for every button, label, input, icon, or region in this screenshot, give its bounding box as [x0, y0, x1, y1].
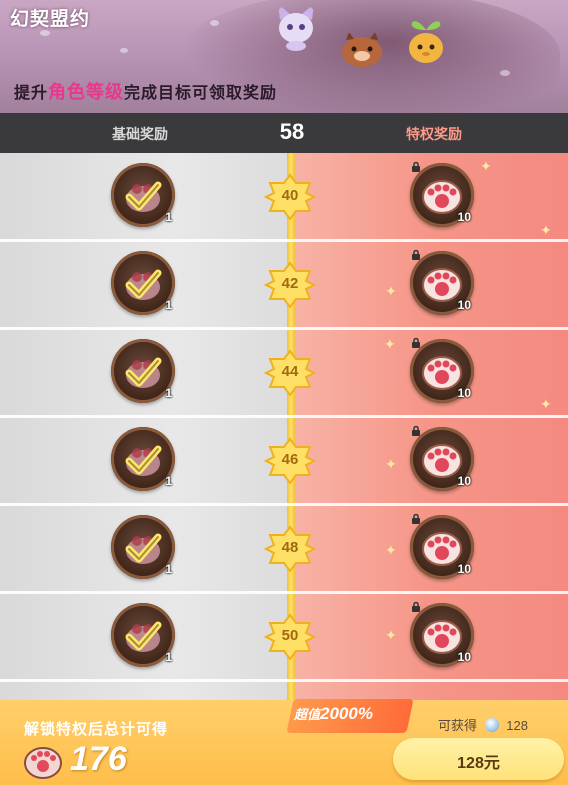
unlock-total-label: 解锁特权后总计可得 [24, 721, 169, 738]
reward-header-bar: 基础奖励 58 特权奖励 [0, 113, 568, 153]
promo-prefix: 超值 [294, 707, 321, 722]
level-number: 40 [281, 187, 299, 204]
total-reward-count: 176 [70, 740, 127, 778]
premium-reward-item[interactable]: 10 [410, 251, 474, 315]
reward-row: 1 48 10 [0, 505, 568, 593]
banner: 幻契盟约 提升角色等级完成目标可领取奖励 [0, 0, 568, 113]
petal-decoration [210, 20, 219, 26]
available-count: 128 [506, 718, 528, 733]
subtitle-highlight: 角色等级 [48, 82, 125, 102]
level-badge: 48 [264, 525, 316, 573]
purchase-button[interactable]: 128元 [393, 738, 564, 780]
basic-reward-qty: 1 [165, 298, 172, 312]
basic-reward-qty: 1 [165, 474, 172, 488]
page-title: 幻契盟约 [10, 9, 91, 30]
promo-value: 2000% [320, 704, 373, 723]
available-label: 可获得 [438, 718, 478, 733]
mascot-boar-icon [342, 32, 382, 67]
basic-reward-qty: 1 [165, 386, 172, 400]
petal-decoration [500, 70, 510, 76]
reward-row: 1 42 10 [0, 241, 568, 329]
premium-reward-qty: 10 [457, 298, 471, 312]
subtitle-post: 完成目标可领取奖励 [124, 85, 278, 102]
basic-reward-item[interactable]: 1 [111, 339, 175, 403]
level-number: 44 [281, 363, 299, 380]
basic-reward-qty: 1 [165, 562, 172, 576]
premium-reward-label: 特权奖励 [406, 126, 462, 142]
level-badge: 44 [264, 349, 316, 397]
level-number: 46 [281, 451, 299, 468]
mascot-purple-cat-icon [278, 4, 314, 51]
petal-decoration [120, 48, 128, 53]
premium-reward-item[interactable]: 10 [410, 427, 474, 491]
mascot-sprout-icon [409, 21, 443, 63]
basic-reward-item[interactable]: 1 [111, 515, 175, 579]
premium-reward-item[interactable]: 10 [410, 339, 474, 403]
premium-reward-item[interactable]: 10 [410, 515, 474, 579]
gem-icon [484, 718, 499, 732]
premium-reward-qty: 10 [457, 210, 471, 224]
level-number: 48 [281, 539, 299, 556]
basic-reward-item[interactable]: 1 [111, 603, 175, 667]
available-amount: 可获得 128 [438, 715, 528, 734]
level-badge: 42 [264, 261, 316, 309]
basic-reward-qty: 1 [165, 210, 172, 224]
level-number: 50 [281, 627, 299, 644]
level-badge: 50 [264, 613, 316, 661]
reward-row: 1 40 10 [0, 153, 568, 241]
reward-row: 1 46 10 [0, 417, 568, 505]
basic-reward-qty: 1 [165, 650, 172, 664]
level-badge: 46 [264, 437, 316, 485]
banner-subtitle: 提升角色等级完成目标可领取奖励 [14, 78, 277, 104]
reward-row: 1 50 10 [0, 593, 568, 681]
premium-reward-item[interactable]: 10 [410, 163, 474, 227]
paw-token-icon [24, 747, 62, 779]
premium-reward-item[interactable]: 10 [410, 603, 474, 667]
premium-reward-qty: 10 [457, 474, 471, 488]
level-badge: 40 [264, 173, 316, 221]
level-number: 42 [281, 275, 299, 292]
reward-row: 1 44 10 [0, 329, 568, 417]
premium-reward-qty: 10 [457, 386, 471, 400]
promo-ribbon-text: 超值2000% [294, 704, 409, 724]
basic-reward-item[interactable]: 1 [111, 427, 175, 491]
basic-reward-label: 基础奖励 [112, 126, 168, 142]
purchase-price: 128元 [457, 755, 500, 772]
premium-reward-qty: 10 [457, 650, 471, 664]
premium-reward-qty: 10 [457, 562, 471, 576]
basic-reward-item[interactable]: 1 [111, 251, 175, 315]
current-level: 58 [279, 119, 305, 144]
basic-reward-item[interactable]: 1 [111, 163, 175, 227]
row-separator [0, 679, 568, 682]
subtitle-pre: 提升 [14, 85, 49, 102]
